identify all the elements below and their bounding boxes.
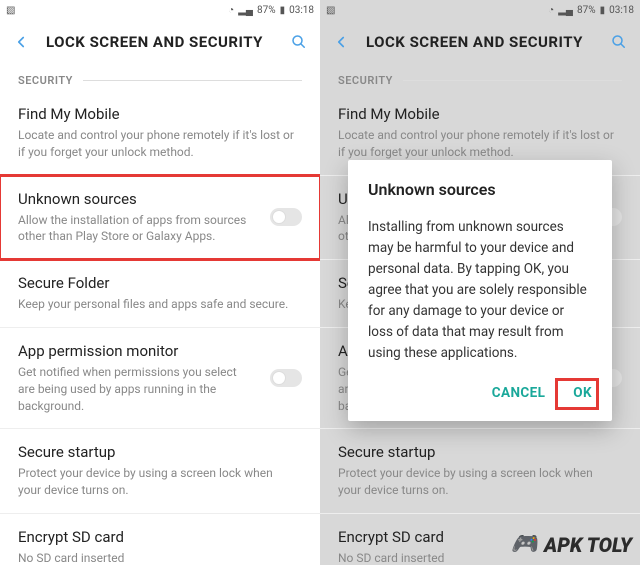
- item-find-my-mobile[interactable]: Find My Mobile Locate and control your p…: [0, 91, 320, 176]
- clock: 03:18: [289, 5, 314, 16]
- item-app-permission-monitor[interactable]: App permission monitor Get notified when…: [0, 328, 320, 429]
- item-desc: Locate and control your phone remotely i…: [18, 127, 302, 161]
- item-desc: Allow the installation of apps from sour…: [18, 212, 262, 246]
- item-desc: Keep your personal files and apps safe a…: [18, 296, 302, 313]
- item-title: Secure startup: [18, 443, 302, 461]
- screenshot-left: ▧ ◔ ▂▄ 87% ▮ 03:18 LOCK SCREEN AND SECUR…: [0, 0, 320, 565]
- watermark: 🎮 APK TOLY: [511, 532, 632, 557]
- dialog-overlay: Unknown sources Installing from unknown …: [320, 0, 640, 565]
- item-desc: Get notified when permissions you select…: [18, 364, 262, 414]
- item-secure-folder[interactable]: Secure Folder Keep your personal files a…: [0, 260, 320, 328]
- item-title: Encrypt SD card: [18, 528, 302, 546]
- back-icon[interactable]: [12, 33, 30, 51]
- item-title: Unknown sources: [18, 190, 262, 208]
- dialog-title: Unknown sources: [368, 180, 592, 199]
- image-icon: ▧: [6, 5, 15, 16]
- screenshot-right: ▧ ◔ ▂▄ 87% ▮ 03:18 LOCK SCREEN AND SECUR…: [320, 0, 640, 565]
- dialog-unknown-sources: Unknown sources Installing from unknown …: [348, 160, 612, 421]
- section-security: SECURITY: [0, 64, 320, 91]
- data-saver-icon: ◔: [228, 5, 234, 16]
- item-title: Secure Folder: [18, 274, 302, 292]
- item-title: App permission monitor: [18, 342, 262, 360]
- signal-icon: ▂▄: [238, 5, 253, 16]
- item-encrypt-sd[interactable]: Encrypt SD card No SD card inserted: [0, 514, 320, 565]
- item-desc: Protect your device by using a screen lo…: [18, 465, 302, 499]
- ok-button[interactable]: OK: [573, 385, 592, 401]
- page-title: LOCK SCREEN AND SECURITY: [46, 33, 290, 51]
- toggle-unknown-sources[interactable]: [270, 208, 302, 226]
- cancel-button[interactable]: CANCEL: [492, 385, 546, 401]
- search-icon[interactable]: [290, 33, 308, 51]
- item-secure-startup[interactable]: Secure startup Protect your device by us…: [0, 429, 320, 514]
- toggle-permission-monitor[interactable]: [270, 369, 302, 387]
- app-header: LOCK SCREEN AND SECURITY: [0, 20, 320, 64]
- item-title: Find My Mobile: [18, 105, 302, 123]
- status-bar: ▧ ◔ ▂▄ 87% ▮ 03:18: [0, 0, 320, 20]
- battery-pct: 87%: [257, 5, 276, 16]
- item-desc: No SD card inserted: [18, 550, 302, 565]
- gamepad-icon: 🎮: [511, 532, 538, 557]
- dialog-body: Installing from unknown sources may be h…: [368, 217, 592, 363]
- item-unknown-sources[interactable]: Unknown sources Allow the installation o…: [0, 176, 320, 261]
- battery-icon: ▮: [280, 5, 286, 16]
